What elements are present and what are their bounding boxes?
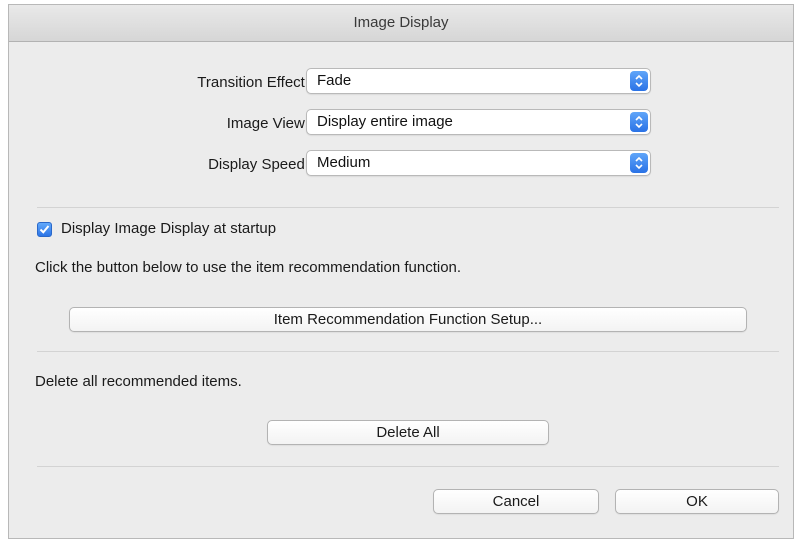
transition-effect-label: Transition Effect: bbox=[197, 74, 309, 91]
display-speed-label: Display Speed: bbox=[208, 156, 309, 173]
delete-all-button[interactable]: Delete All bbox=[267, 420, 549, 445]
cancel-button[interactable]: Cancel bbox=[433, 489, 599, 514]
separator bbox=[37, 351, 779, 352]
display-speed-value: Medium bbox=[317, 154, 371, 171]
up-down-chevron-icon bbox=[630, 112, 648, 132]
display-speed-popup[interactable]: Medium bbox=[306, 150, 651, 176]
item-recommendation-setup-button[interactable]: Item Recommendation Function Setup... bbox=[69, 307, 747, 332]
image-view-label: Image View: bbox=[226, 115, 309, 132]
up-down-chevron-icon bbox=[630, 153, 648, 173]
separator bbox=[37, 207, 779, 208]
image-view-popup[interactable]: Display entire image bbox=[306, 109, 651, 135]
delete-instruction: Delete all recommended items. bbox=[35, 373, 242, 390]
image-display-dialog: Image Display Transition Effect: Fade Im… bbox=[8, 4, 794, 539]
startup-checkbox[interactable] bbox=[37, 222, 52, 237]
transition-effect-value: Fade bbox=[317, 72, 352, 89]
separator bbox=[37, 466, 779, 467]
image-view-value: Display entire image bbox=[317, 113, 453, 130]
startup-checkbox-label[interactable]: Display Image Display at startup bbox=[61, 220, 276, 237]
ok-button[interactable]: OK bbox=[615, 489, 779, 514]
transition-effect-popup[interactable]: Fade bbox=[306, 68, 651, 94]
recommendation-instruction: Click the button below to use the item r… bbox=[35, 259, 462, 276]
up-down-chevron-icon bbox=[630, 71, 648, 91]
dialog-title: Image Display bbox=[9, 5, 793, 42]
checkmark-icon bbox=[39, 225, 50, 234]
